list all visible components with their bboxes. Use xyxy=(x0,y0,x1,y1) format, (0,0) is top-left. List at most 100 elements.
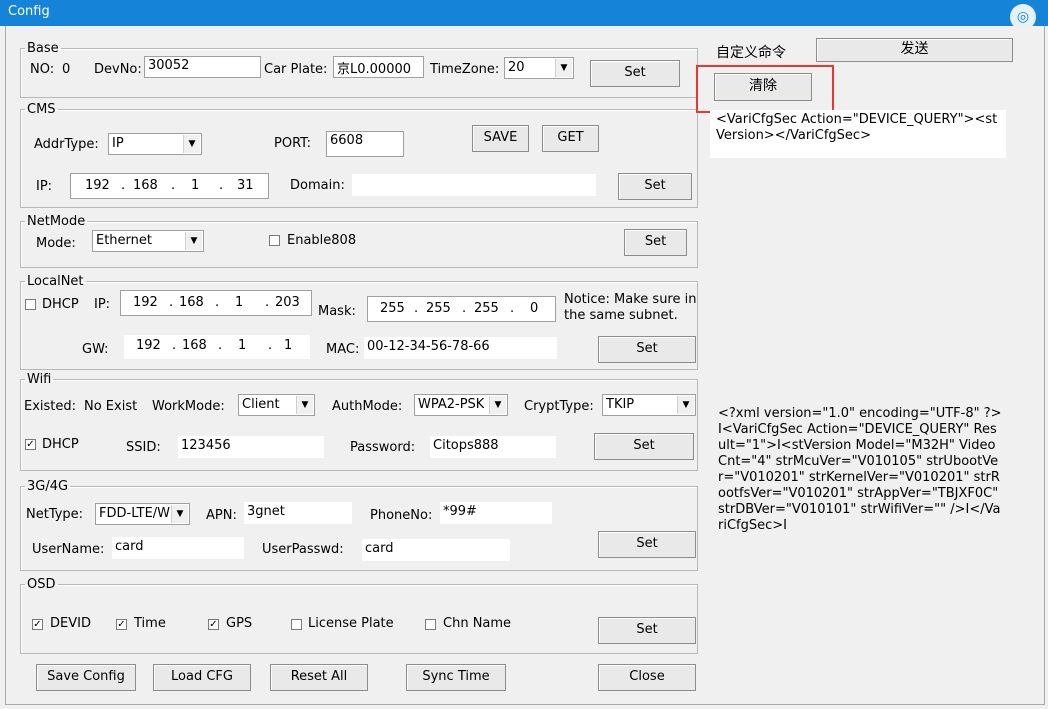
sync-time-button[interactable]: Sync Time xyxy=(406,664,506,691)
mask-field[interactable]: 255 . 255 . 255 . 0 xyxy=(367,296,556,322)
localnet-ip-field[interactable]: 192 . 168 . 1 . 203 xyxy=(120,290,312,316)
license-plate-label: License Plate xyxy=(308,616,394,631)
authmode-label: AuthMode: xyxy=(332,399,403,414)
addrtype-label: AddrType: xyxy=(34,137,99,152)
g34-legend: 3G/4G xyxy=(27,479,69,494)
localnet-legend: LocalNet xyxy=(27,274,84,289)
cms-set-button[interactable]: Set xyxy=(618,173,692,200)
existed-label: Existed: xyxy=(24,399,77,414)
chevron-down-icon: ▼ xyxy=(555,59,572,77)
base-legend: Base xyxy=(27,41,59,56)
car-plate-field[interactable]: 京L0.00000 xyxy=(333,56,424,78)
ip-dot: . xyxy=(218,338,223,353)
devid-checkbox[interactable]: ✓ xyxy=(32,619,43,630)
devid-label: DEVID xyxy=(50,616,91,631)
wifi-dhcp-checkbox[interactable]: ✓ xyxy=(25,439,36,450)
ip-dot: . xyxy=(414,301,419,316)
phoneno-label: PhoneNo: xyxy=(370,508,433,523)
time-label: Time xyxy=(134,616,166,631)
base-set-button[interactable]: Set xyxy=(590,60,680,87)
cms-save-button[interactable]: SAVE xyxy=(472,125,529,152)
chn-name-label: Chn Name xyxy=(443,616,512,631)
chn-name-checkbox[interactable] xyxy=(425,619,436,630)
close-button[interactable]: Close xyxy=(598,664,696,691)
domain-field[interactable] xyxy=(352,174,596,196)
mac-field[interactable]: 00-12-34-56-78-66 xyxy=(364,337,557,359)
localnet-set-button[interactable]: Set xyxy=(598,336,696,363)
username-field[interactable]: card xyxy=(112,537,244,559)
timezone-value: 20 xyxy=(508,60,525,75)
netmode-legend: NetMode xyxy=(27,214,86,229)
highlight-box xyxy=(696,65,834,113)
cms-get-button[interactable]: GET xyxy=(542,125,599,152)
crypttype-label: CryptType: xyxy=(524,399,594,414)
reset-all-button[interactable]: Reset All xyxy=(270,664,368,691)
userpasswd-label: UserPasswd: xyxy=(262,542,344,557)
cms-ip-field[interactable]: 192 . 168 . 1 . 31 xyxy=(70,173,269,199)
wifi-set-button[interactable]: Set xyxy=(594,433,694,460)
gps-checkbox[interactable]: ✓ xyxy=(208,619,219,630)
apn-field[interactable]: 3gnet xyxy=(244,502,352,524)
port-label: PORT: xyxy=(274,136,312,151)
gw-field[interactable]: 192 . 168 . 1 . 1 xyxy=(124,335,310,359)
command-textbox[interactable]: <VariCfgSec Action="DEVICE_QUERY"><stVer… xyxy=(710,110,1006,158)
workmode-select[interactable]: Client ▼ xyxy=(238,394,315,416)
no-label: NO: xyxy=(30,62,55,77)
ip-octet: 1 xyxy=(191,178,200,193)
license-plate-checkbox[interactable] xyxy=(291,619,302,630)
devno-field[interactable]: 30052 xyxy=(144,56,261,78)
password-label: Password: xyxy=(350,440,416,455)
ip-dot: . xyxy=(171,178,176,193)
mode-label: Mode: xyxy=(36,236,76,251)
port-field[interactable]: 6608 xyxy=(326,131,404,157)
mode-select[interactable]: Ethernet ▼ xyxy=(92,230,204,252)
enable808-checkbox[interactable] xyxy=(269,235,280,246)
timezone-select[interactable]: 20 ▼ xyxy=(504,57,574,79)
phoneno-field[interactable]: *99# xyxy=(440,502,552,524)
chevron-down-icon: ▼ xyxy=(677,396,694,414)
load-cfg-button[interactable]: Load CFG xyxy=(153,664,251,691)
localnet-dhcp-checkbox[interactable] xyxy=(25,299,36,310)
chevron-down-icon: ▼ xyxy=(296,396,313,414)
workmode-value: Client xyxy=(242,397,280,412)
addrtype-select[interactable]: IP ▼ xyxy=(108,133,202,155)
addrtype-value: IP xyxy=(112,136,124,151)
existed-value: No Exist xyxy=(84,399,138,414)
authmode-select[interactable]: WPA2-PSK ▼ xyxy=(414,394,508,416)
ip-dot: . xyxy=(215,295,220,310)
ip-octet: 203 xyxy=(275,295,300,310)
crypttype-value: TKIP xyxy=(606,397,635,412)
nettype-select[interactable]: FDD-LTE/W ▼ xyxy=(95,503,190,525)
localnet-ip-label: IP: xyxy=(94,297,111,312)
subnet-notice: Notice: Make sure in the same subnet. xyxy=(564,292,697,323)
save-config-button[interactable]: Save Config xyxy=(36,664,136,691)
osd-set-button[interactable]: Set xyxy=(598,617,696,644)
username-label: UserName: xyxy=(32,542,105,557)
mac-label: MAC: xyxy=(326,342,360,357)
ip-octet: 0 xyxy=(530,301,539,316)
chevron-down-icon: ▼ xyxy=(489,396,506,414)
config-dialog: Base NO: 0 DevNo: 30052 Car Plate: 京L0.0… xyxy=(5,26,1045,705)
crypttype-select[interactable]: TKIP ▼ xyxy=(602,394,696,416)
cms-ip-label: IP: xyxy=(36,179,53,194)
mode-value: Ethernet xyxy=(96,233,152,248)
send-button[interactable]: 发送 xyxy=(816,38,1013,62)
ip-octet: 192 xyxy=(85,178,110,193)
ip-dot: . xyxy=(265,295,270,310)
password-field[interactable]: Citops888 xyxy=(430,436,556,458)
ip-dot: . xyxy=(172,338,177,353)
userpasswd-field[interactable]: card xyxy=(362,539,510,561)
devno-label: DevNo: xyxy=(94,62,142,77)
gw-label: GW: xyxy=(82,342,109,357)
netmode-set-button[interactable]: Set xyxy=(624,229,687,256)
ip-octet: 192 xyxy=(136,338,161,353)
custom-command-label: 自定义命令 xyxy=(716,45,786,61)
ssid-field[interactable]: 123456 xyxy=(178,436,324,458)
response-textbox: <?xml version="1.0" encoding="UTF-8" ?>I… xyxy=(718,406,1003,533)
ip-dot: . xyxy=(462,301,467,316)
ip-octet: 31 xyxy=(237,178,254,193)
time-checkbox[interactable]: ✓ xyxy=(116,619,127,630)
workmode-label: WorkMode: xyxy=(152,399,225,414)
g34-set-button[interactable]: Set xyxy=(598,531,696,558)
car-plate-label: Car Plate: xyxy=(264,62,328,77)
